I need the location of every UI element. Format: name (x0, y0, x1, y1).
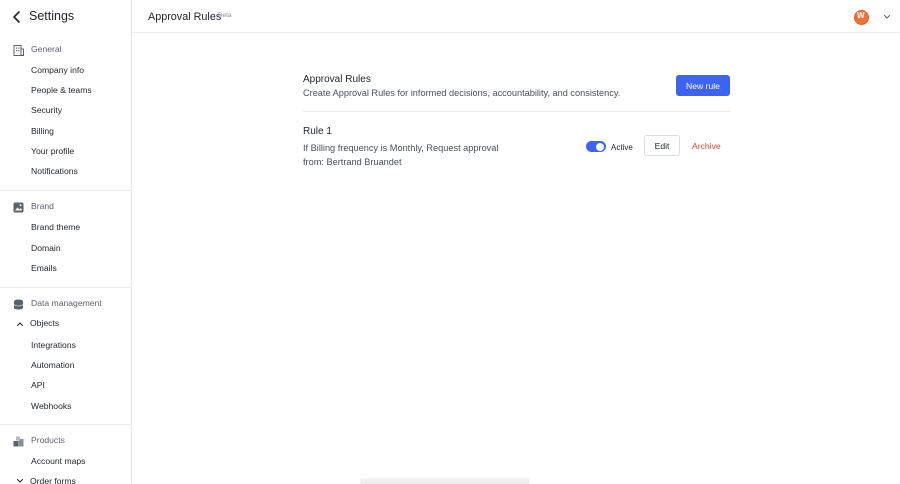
active-label: Active (611, 143, 633, 152)
chevron-down-icon[interactable] (16, 477, 24, 484)
sidebar-item-account-maps[interactable]: Account maps (31, 456, 85, 466)
database-icon (13, 299, 24, 310)
chevron-up-icon[interactable] (16, 320, 24, 328)
sidebar-group-label: Products (31, 435, 65, 445)
top-bar: Approval Rules Beta W (132, 0, 900, 33)
building-icon (13, 45, 24, 56)
sidebar-item-security[interactable]: Security (31, 105, 62, 115)
beta-badge: Beta (218, 12, 232, 19)
section-title: Approval Rules (303, 74, 371, 85)
section-description: Create Approval Rules for informed decis… (303, 88, 621, 98)
sidebar-group-label: Brand (31, 201, 54, 211)
page-title: Approval Rules (148, 11, 222, 23)
sidebar-item-domain[interactable]: Domain (31, 243, 61, 253)
content-divider (303, 111, 730, 112)
sidebar-group-data-management: Data management (0, 296, 131, 314)
sidebar-divider (0, 287, 131, 288)
edit-button[interactable]: Edit (644, 135, 680, 156)
sidebar-item-automation[interactable]: Automation (31, 360, 74, 370)
box-icon (13, 436, 24, 447)
back-arrow-icon[interactable] (10, 10, 24, 24)
sidebar-divider (0, 190, 131, 191)
new-rule-button[interactable]: New rule (676, 75, 730, 96)
image-icon (13, 202, 24, 213)
settings-title: Settings (29, 9, 75, 23)
sidebar-item-integrations[interactable]: Integrations (31, 340, 76, 350)
sidebar-item-people-teams[interactable]: People & teams (31, 85, 92, 95)
active-toggle[interactable] (586, 141, 606, 152)
sidebar-group-brand: Brand (0, 199, 131, 217)
toggle-knob (596, 142, 604, 151)
sidebar-item-objects[interactable]: Objects (30, 318, 59, 328)
avatar-initial: W (857, 11, 865, 20)
sidebar-item-billing[interactable]: Billing (31, 126, 54, 136)
sidebar-item-your-profile[interactable]: Your profile (31, 146, 74, 156)
sidebar-item-brand-theme[interactable]: Brand theme (31, 222, 80, 232)
settings-sidebar: Settings General Company info People & t… (0, 0, 132, 484)
sidebar-item-notifications[interactable]: Notifications (31, 166, 78, 176)
sidebar-divider (0, 424, 131, 425)
chevron-down-icon[interactable] (883, 13, 891, 21)
sidebar-group-label: Data management (31, 298, 102, 308)
scroll-shadow (360, 478, 530, 484)
sidebar-item-emails[interactable]: Emails (31, 263, 57, 273)
sidebar-item-company-info[interactable]: Company info (31, 65, 84, 75)
sidebar-item-webhooks[interactable]: Webhooks (31, 401, 71, 411)
sidebar-item-order-forms[interactable]: Order forms (30, 476, 76, 484)
archive-button[interactable]: Archive (692, 141, 721, 151)
sidebar-group-label: General (31, 44, 62, 54)
rule-title: Rule 1 (303, 126, 332, 137)
sidebar-group-products: Products (0, 433, 131, 451)
sidebar-item-api[interactable]: API (31, 380, 45, 390)
sidebar-header: Settings (0, 0, 131, 33)
rule-description: If Billing frequency is Monthly, Request… (303, 143, 499, 167)
sidebar-group-general: General (0, 42, 131, 60)
